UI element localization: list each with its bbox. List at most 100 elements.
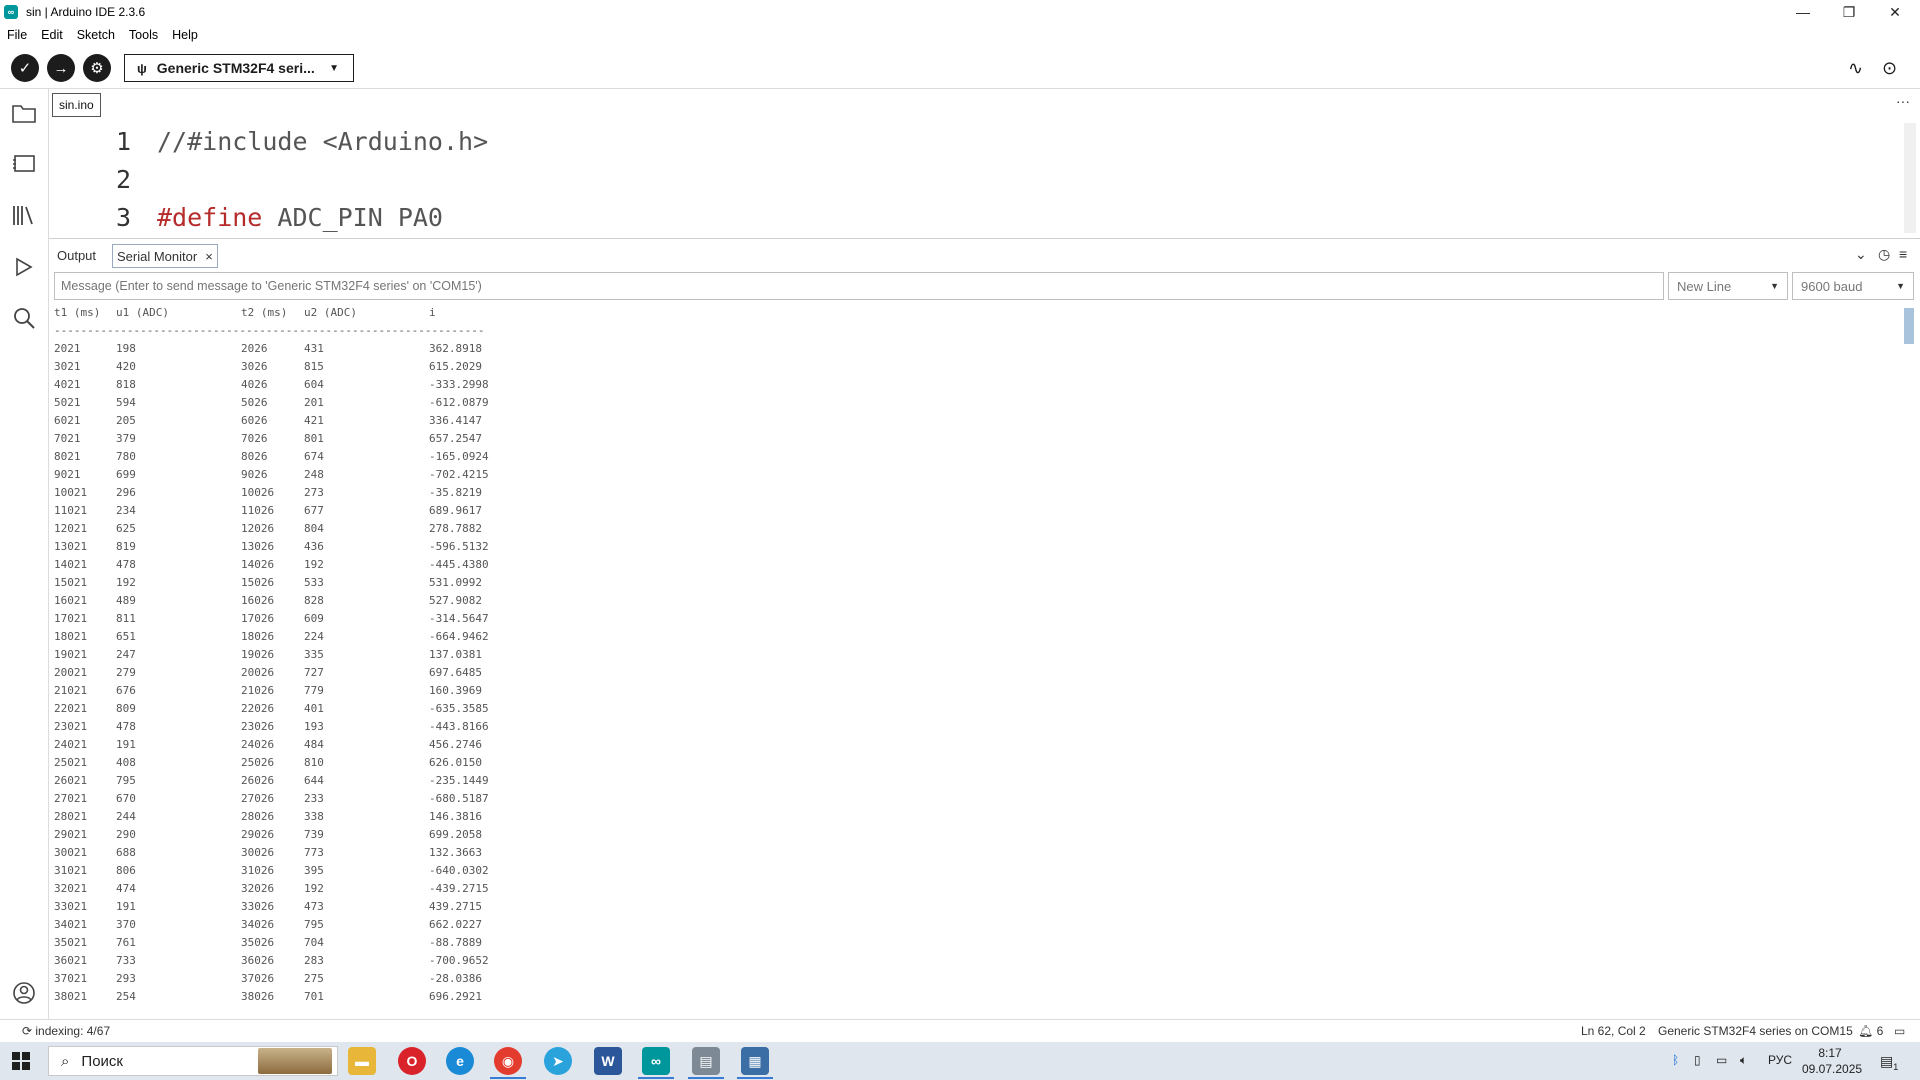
usb-device-icon[interactable]: ▯ bbox=[1694, 1053, 1701, 1067]
cell-u1: 688 bbox=[116, 846, 136, 859]
board-selector[interactable]: ψ Generic STM32F4 seri... ▼ bbox=[124, 54, 354, 82]
sketchbook-folder-icon[interactable] bbox=[10, 99, 38, 127]
serial-rows: 2021 198 2026 431 362.8918 3021 420 3026 815 615.… bbox=[54, 340, 1894, 1006]
notifications-status[interactable]: 🔔︎ 6 bbox=[1858, 1024, 1883, 1038]
cell-t2: 29026 bbox=[241, 828, 275, 841]
editor-scrollbar-track[interactable] bbox=[1904, 123, 1916, 233]
tab-output[interactable]: Output bbox=[57, 244, 96, 266]
cell-u2: 275 bbox=[304, 972, 324, 985]
code-editor[interactable]: sin.ino ··· 1 //#include <Arduino.h> 2 3… bbox=[49, 89, 1920, 237]
close-icon[interactable]: × bbox=[205, 249, 213, 264]
windows-start-button[interactable] bbox=[12, 1052, 30, 1070]
upload-button[interactable]: → bbox=[47, 54, 75, 82]
menu-edit[interactable]: Edit bbox=[34, 28, 70, 42]
cell-t1: 27021 bbox=[54, 792, 88, 805]
serial-data-row: 5021 594 5026 201 -612.0879 bbox=[54, 394, 1894, 412]
menu-file[interactable]: File bbox=[0, 28, 34, 42]
cell-u1: 625 bbox=[116, 522, 136, 535]
boards-manager-icon[interactable] bbox=[10, 150, 38, 178]
code-line[interactable]: 2 bbox=[49, 160, 157, 198]
cell-t2: 33026 bbox=[241, 900, 275, 913]
line-ending-value: New Line bbox=[1677, 278, 1732, 294]
language-indicator[interactable]: РУС bbox=[1768, 1053, 1792, 1067]
arduino-ide-taskbar-icon[interactable]: ∞ bbox=[642, 1047, 670, 1075]
account-icon[interactable] bbox=[10, 979, 38, 1007]
plotter-icon: ∿ bbox=[1848, 58, 1864, 78]
panel-splitter[interactable] bbox=[49, 238, 1920, 239]
chrome-browser-icon[interactable]: ◉ bbox=[494, 1047, 522, 1075]
cell-t2: 9026 bbox=[241, 468, 268, 481]
cursor-position[interactable]: Ln 62, Col 2 bbox=[1581, 1024, 1646, 1038]
bell-icon: 🔔︎ bbox=[1858, 1024, 1874, 1038]
cell-t1: 31021 bbox=[54, 864, 88, 877]
serial-data-row: 3021 420 3026 815 615.2029 bbox=[54, 358, 1894, 376]
edge-browser-icon[interactable]: e bbox=[446, 1047, 474, 1075]
serial-monitor-output[interactable]: t1 (ms) u1 (ADC) t2 (ms) u2 (ADC) i ----… bbox=[54, 304, 1894, 1016]
search-icon[interactable] bbox=[10, 304, 38, 332]
cell-i: 697.6485 bbox=[429, 666, 482, 679]
title-bar: ∞ sin | Arduino IDE 2.3.6 — ❐ ✕ bbox=[0, 0, 1920, 24]
menu-tools[interactable]: Tools bbox=[122, 28, 165, 42]
menu-help[interactable]: Help bbox=[165, 28, 205, 42]
search-icon: ⌕ bbox=[61, 1052, 70, 1070]
cell-t2: 27026 bbox=[241, 792, 275, 805]
chevron-down-icon: ▼ bbox=[1770, 281, 1779, 291]
opera-browser-icon[interactable]: O bbox=[398, 1047, 426, 1075]
cell-u1: 234 bbox=[116, 504, 136, 517]
cell-i: -35.8219 bbox=[429, 486, 482, 499]
clear-output-icon[interactable]: ≡ bbox=[1899, 246, 1907, 262]
serial-message-input[interactable] bbox=[54, 272, 1664, 300]
more-options-icon[interactable]: ··· bbox=[1896, 93, 1910, 109]
cell-i: 662.0227 bbox=[429, 918, 482, 931]
collapse-panel-icon[interactable]: ⌄ bbox=[1855, 246, 1867, 263]
cell-u2: 677 bbox=[304, 504, 324, 517]
menu-sketch[interactable]: Sketch bbox=[70, 28, 122, 42]
serial-data-row: 30021 688 30026 773 132.3663 bbox=[54, 844, 1894, 862]
cell-t1: 14021 bbox=[54, 558, 88, 571]
tab-serial-monitor[interactable]: Serial Monitor × bbox=[112, 244, 218, 268]
cell-t2: 25026 bbox=[241, 756, 275, 769]
cell-u1: 699 bbox=[116, 468, 136, 481]
cell-u2: 201 bbox=[304, 396, 324, 409]
timestamp-icon[interactable]: ◷ bbox=[1878, 246, 1890, 263]
baud-rate-select[interactable]: 9600 baud ▼ bbox=[1792, 272, 1914, 300]
cell-t2: 16026 bbox=[241, 594, 275, 607]
toggle-panel-icon[interactable]: ▭ bbox=[1894, 1024, 1905, 1038]
toolbar: ✓ → ⚙ ψ Generic STM32F4 seri... ▼ ∿ ⊙ bbox=[0, 46, 1920, 88]
notifications-count: 6 bbox=[1876, 1024, 1884, 1038]
cell-t1: 34021 bbox=[54, 918, 88, 931]
panel-tabs: Output Serial Monitor × ⌄ ◷ ≡ bbox=[49, 240, 1920, 270]
verify-button[interactable]: ✓ bbox=[11, 54, 39, 82]
minimize-button[interactable]: — bbox=[1780, 0, 1826, 24]
network-icon[interactable]: ▭ bbox=[1716, 1053, 1727, 1067]
debug-button[interactable]: ⚙ bbox=[83, 54, 111, 82]
serial-data-row: 7021 379 7026 801 657.2547 bbox=[54, 430, 1894, 448]
cell-t2: 32026 bbox=[241, 882, 275, 895]
serial-monitor-button[interactable]: ⊙ bbox=[1882, 58, 1897, 79]
board-port-status[interactable]: Generic STM32F4 series on COM15 bbox=[1658, 1024, 1853, 1038]
word-icon[interactable]: W bbox=[594, 1047, 622, 1075]
code-line[interactable]: 3 #define ADC_PIN PA0 bbox=[49, 198, 443, 236]
code-line[interactable]: 1 //#include <Arduino.h> bbox=[49, 122, 488, 160]
debug-run-icon[interactable] bbox=[10, 253, 38, 281]
serial-plotter-button[interactable]: ∿ bbox=[1848, 58, 1863, 79]
library-manager-icon[interactable] bbox=[10, 201, 38, 229]
close-button[interactable]: ✕ bbox=[1872, 0, 1918, 24]
app-icon[interactable]: ▤ bbox=[692, 1047, 720, 1075]
bluetooth-icon[interactable]: ᛒ bbox=[1672, 1053, 1679, 1067]
serial-scrollbar-thumb[interactable] bbox=[1904, 308, 1914, 344]
notification-center-count: 1 bbox=[1893, 1061, 1899, 1072]
window-app-icon[interactable]: ▦ bbox=[741, 1047, 769, 1075]
search-highlight-image[interactable] bbox=[258, 1048, 332, 1074]
line-ending-select[interactable]: New Line ▼ bbox=[1668, 272, 1788, 300]
volume-icon[interactable]: 🔈︎ bbox=[1740, 1053, 1747, 1068]
serial-data-row: 29021 290 29026 739 699.2058 bbox=[54, 826, 1894, 844]
taskbar-clock[interactable]: 8:17 09.07.2025 bbox=[1802, 1045, 1862, 1077]
serial-data-row: 6021 205 6026 421 336.4147 bbox=[54, 412, 1894, 430]
notification-center-icon[interactable]: ▤1 bbox=[1880, 1053, 1898, 1072]
telegram-icon[interactable]: ➤ bbox=[544, 1047, 572, 1075]
editor-tab-sin[interactable]: sin.ino bbox=[52, 93, 101, 117]
file-explorer-icon[interactable]: ▬ bbox=[348, 1047, 376, 1075]
cell-u1: 191 bbox=[116, 900, 136, 913]
restore-button[interactable]: ❐ bbox=[1826, 0, 1872, 24]
